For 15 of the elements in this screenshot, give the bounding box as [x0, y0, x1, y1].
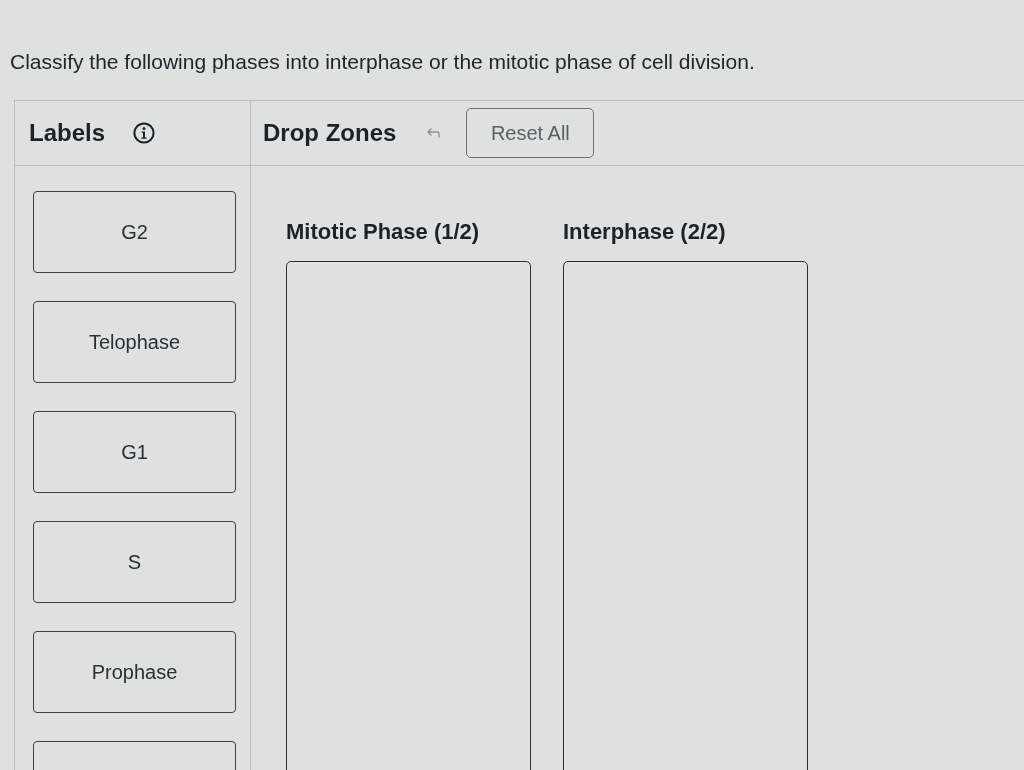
label-card[interactable]: Telophase [33, 301, 236, 383]
undo-arrow-icon[interactable] [426, 128, 441, 138]
drop-zone-field[interactable] [563, 261, 808, 770]
drop-zones-heading: Drop Zones [263, 118, 397, 148]
labels-heading: Labels [29, 118, 106, 148]
info-icon[interactable] [133, 122, 156, 144]
label-card[interactable]: S [33, 521, 236, 603]
label-card[interactable]: Prophase [33, 631, 236, 713]
reset-all-button[interactable]: Reset All [466, 108, 595, 158]
zone-title: Mitotic Phase (1/2) [286, 218, 480, 246]
label-card[interactable]: G2 [33, 191, 236, 273]
zone-title: Interphase (2/2) [563, 218, 726, 246]
question-text: Classify the following phases into interphase or the mitotic phase of cell division. [10, 49, 755, 75]
drop-zone-field[interactable] [286, 261, 531, 770]
label-card[interactable]: G1 [33, 411, 236, 493]
